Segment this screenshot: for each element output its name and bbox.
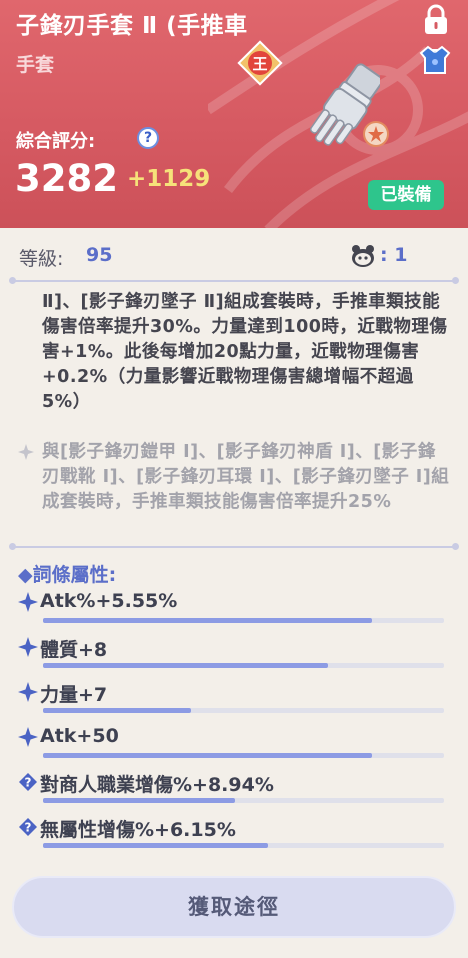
affix-progress-track — [43, 663, 444, 668]
acquire-source-button[interactable]: 獲取途徑 — [12, 876, 456, 938]
affix-progress-track — [43, 618, 444, 623]
rank-badge-text: 王 — [252, 55, 267, 73]
svg-text:?: ? — [25, 776, 32, 790]
score-value: 3282 — [15, 157, 118, 200]
lock-icon[interactable] — [423, 4, 449, 36]
affix-section-title: ◆詞條屬性: — [18, 564, 117, 586]
equipped-badge: 已裝備 — [368, 180, 444, 210]
affix-label: 對商人職業增傷%+8.94% — [40, 774, 274, 796]
question-icon: ? — [19, 773, 37, 791]
pet-count: : 1 — [380, 244, 408, 266]
affix-row: Atk+50 — [18, 725, 448, 769]
pet-face-icon — [352, 245, 374, 267]
rank-badge-icon: 王 — [237, 40, 283, 86]
affix-progress-fill — [43, 708, 192, 713]
question-icon: ? — [19, 818, 37, 836]
refine-badge-icon — [363, 121, 389, 147]
svg-text:?: ? — [25, 821, 32, 835]
set-effect-active: Ⅱ]、[影子鋒刃墜子 Ⅱ]組成套裝時，手推車類技能傷害倍率提升30%。力量達到1… — [42, 292, 448, 412]
affix-progress-fill — [43, 798, 236, 803]
affix-label: Atk%+5.55% — [40, 590, 178, 612]
gauntlet-image — [310, 63, 380, 146]
set-effect-inactive: 與[影子鋒刃鎧甲 Ⅰ]、[影子鋒刃神盾 Ⅰ]、[影子鋒刃戰靴 Ⅰ]、[影子鋒刃耳… — [42, 442, 450, 512]
level-value: 95 — [86, 244, 113, 266]
affix-progress-fill — [43, 663, 328, 668]
score-label: 綜合評分: — [16, 131, 96, 152]
item-title: 子鋒刃手套 Ⅱ (手推車 — [16, 13, 248, 39]
affix-progress-fill — [43, 618, 372, 623]
sparkle-icon — [18, 682, 38, 702]
affix-label: 體質+8 — [40, 639, 108, 661]
affix-row: 力量+7 — [18, 680, 448, 724]
sparkle-icon — [18, 444, 34, 460]
level-label: 等級: — [19, 248, 64, 270]
affix-progress-fill — [43, 843, 268, 848]
sparkle-icon — [18, 637, 38, 657]
affix-row: 體質+8 — [18, 635, 448, 679]
affix-row: ? 無屬性增傷%+6.15% — [18, 815, 448, 859]
help-icon[interactable]: ? — [137, 127, 159, 149]
affix-row: Atk%+5.55% — [18, 590, 448, 634]
item-category: 手套 — [16, 54, 55, 76]
affix-progress-track — [43, 753, 444, 758]
affix-label: 無屬性增傷%+6.15% — [40, 819, 236, 841]
affix-progress-track — [43, 798, 444, 803]
divider — [9, 277, 459, 284]
affix-row: ? 對商人職業增傷%+8.94% — [18, 770, 448, 814]
sparkle-icon — [18, 727, 38, 747]
affix-label: Atk+50 — [40, 725, 119, 747]
item-header: 子鋒刃手套 Ⅱ (手推車 手套 王 綜合評分: ? 3282 +1129 已裝備 — [0, 0, 468, 228]
sparkle-icon — [18, 592, 38, 612]
divider — [9, 543, 459, 550]
affix-progress-track — [43, 843, 444, 848]
affix-progress-fill — [43, 753, 372, 758]
affix-label: 力量+7 — [40, 684, 108, 706]
score-bonus: +1129 — [127, 166, 211, 192]
affix-progress-track — [43, 708, 444, 713]
armor-icon[interactable] — [419, 44, 451, 76]
